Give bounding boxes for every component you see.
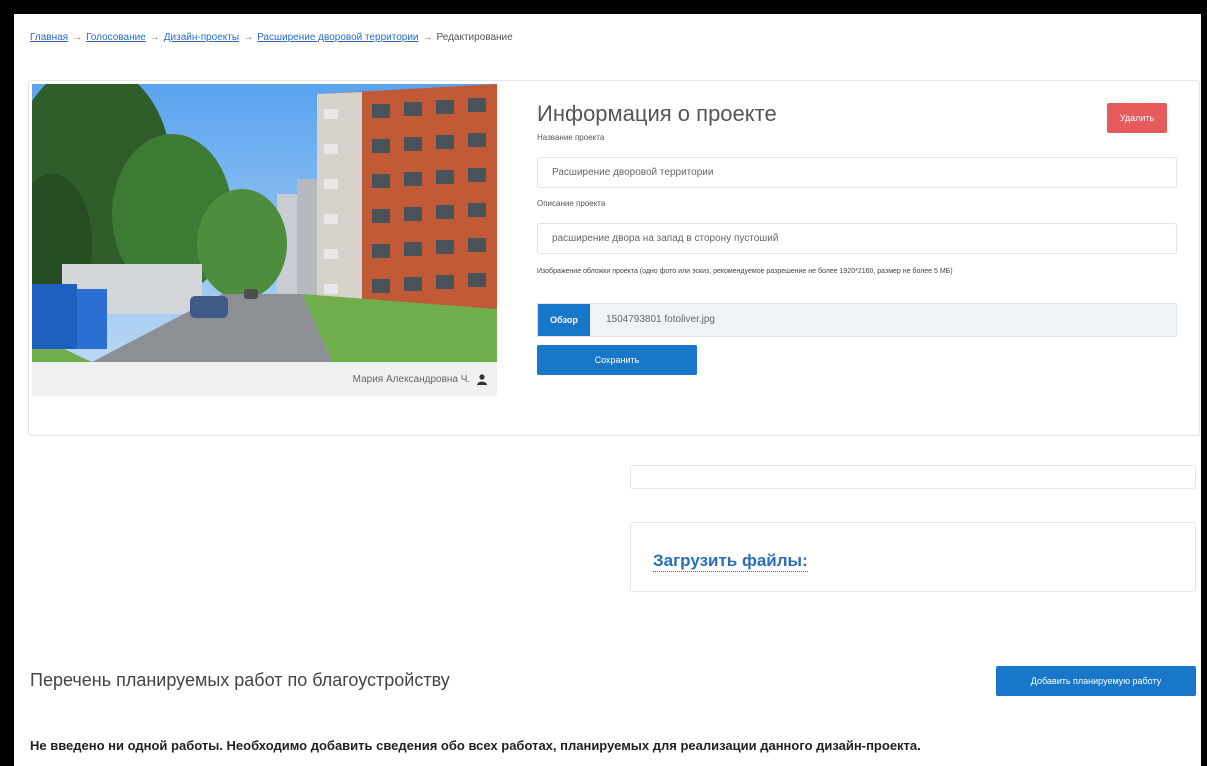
photo-author-caption: Мария Александровна Ч. <box>32 362 497 396</box>
save-button[interactable]: Сохранить <box>537 345 697 375</box>
window-frame-right <box>1201 0 1207 766</box>
breadcrumb-link-home[interactable]: Главная <box>30 32 68 43</box>
project-name-input[interactable] <box>537 157 1177 188</box>
breadcrumb-current: Редактирование <box>436 32 513 43</box>
project-name-label: Название проекта <box>537 133 605 142</box>
window-frame-top <box>0 0 1207 14</box>
breadcrumb-separator: → <box>72 32 83 43</box>
breadcrumb-link-project[interactable]: Расширение дворовой территории <box>257 32 418 43</box>
project-description-label: Описание проекта <box>537 199 606 208</box>
add-planned-work-button[interactable]: Добавить планируемую работу <box>996 666 1196 696</box>
project-cover-image <box>32 84 497 362</box>
photo-author-name: Мария Александровна Ч. <box>352 374 471 385</box>
breadcrumb-link-voting[interactable]: Голосование <box>86 32 146 43</box>
delete-button[interactable]: Удалить <box>1107 103 1167 133</box>
breadcrumb: Главная → Голосование → Дизайн-проекты → Расши… <box>30 32 513 43</box>
breadcrumb-separator: → <box>149 32 160 43</box>
selected-file-name: 1504793801 fotoliver.jpg <box>606 314 715 325</box>
breadcrumb-link-design-projects[interactable]: Дизайн-проекты <box>164 32 239 43</box>
project-info-card: Мария Александровна Ч. Информация о прое… <box>28 80 1200 436</box>
upload-files-panel: Загрузить файлы: <box>630 522 1196 592</box>
project-info-title: Информация о проекте <box>537 101 777 126</box>
breadcrumb-separator: → <box>243 32 254 43</box>
no-works-message: Не введено ни одной работы. Необходимо д… <box>30 738 921 753</box>
project-description-input[interactable] <box>537 223 1177 254</box>
user-icon <box>477 374 487 388</box>
browse-button[interactable]: Обзор <box>538 304 590 336</box>
file-picker: Обзор 1504793801 fotoliver.jpg <box>537 303 1177 337</box>
window-frame-left <box>0 0 14 766</box>
image-upload-hint: Изображение обложки проекта (одно фото и… <box>537 268 953 275</box>
planned-works-title: Перечень планируемых работ по благоустро… <box>30 670 450 690</box>
empty-panel <box>630 465 1196 489</box>
breadcrumb-separator: → <box>422 32 433 43</box>
upload-files-link[interactable]: Загрузить файлы: <box>653 551 808 572</box>
